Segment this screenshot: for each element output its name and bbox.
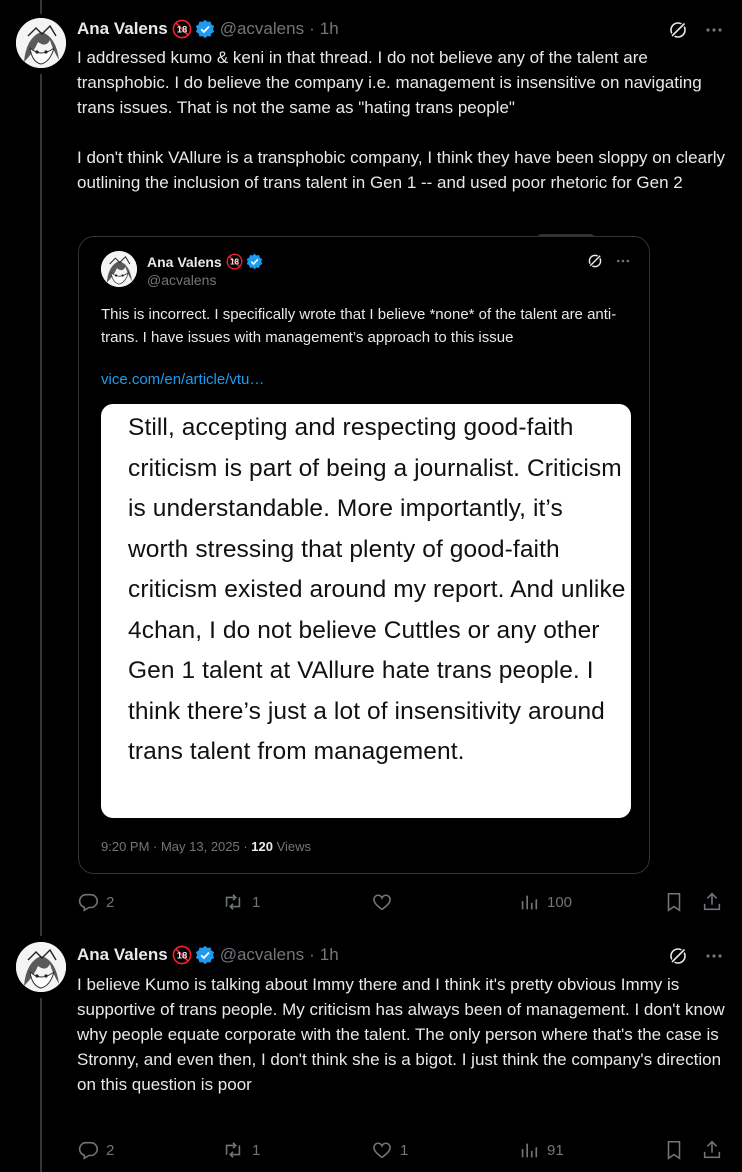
quoted-link[interactable]: vice.com/en/article/vtu…	[101, 371, 264, 388]
heart-icon	[371, 1139, 393, 1161]
views-count: 91	[547, 1141, 564, 1159]
age-18-badge-icon: 18	[172, 945, 192, 965]
heart-icon	[371, 891, 393, 913]
post-time[interactable]: 1h	[320, 19, 339, 39]
grok-icon[interactable]	[668, 946, 688, 966]
repost-button[interactable]: 1	[221, 887, 260, 917]
quoted-avatar[interactable]	[101, 251, 137, 287]
tweet-paragraph: I don't think VAllure is a transphobic c…	[77, 148, 730, 192]
more-options-icon[interactable]	[615, 253, 631, 274]
quoted-views-label: Views	[273, 839, 312, 854]
reply-icon	[77, 1139, 99, 1161]
like-button[interactable]: 1	[371, 1135, 408, 1165]
svg-text:18: 18	[230, 258, 239, 267]
grok-icon[interactable]	[587, 253, 603, 274]
bookmark-icon	[663, 891, 685, 913]
quoted-author-row: Ana Valens 18	[147, 253, 263, 270]
reply-button[interactable]: 2	[77, 887, 114, 917]
repost-icon	[221, 1139, 245, 1161]
reply-count: 2	[106, 893, 115, 911]
verified-badge-icon[interactable]	[195, 19, 215, 39]
age-18-badge-icon: 18	[226, 253, 243, 270]
repost-count: 1	[252, 893, 261, 911]
quoted-author-name[interactable]: Ana Valens	[147, 254, 222, 270]
tweet-text: I believe Kumo is talking about Immy the…	[77, 972, 727, 1097]
quoted-top-icons	[587, 253, 631, 274]
author-handle[interactable]: @acvalens	[220, 945, 304, 965]
tweet-header: Ana Valens 18 @acvalens · 1h	[77, 19, 339, 39]
views-chart-icon	[518, 1139, 540, 1161]
author-handle[interactable]: @acvalens	[220, 19, 304, 39]
verified-badge-icon[interactable]	[246, 253, 263, 270]
bookmark-icon	[663, 1139, 685, 1161]
tweet-text: I addressed kumo & keni in that thread. …	[77, 45, 727, 195]
author-name[interactable]: Ana Valens	[77, 19, 168, 39]
tweet-top-icons	[668, 946, 724, 966]
quoted-image-text: Still, accepting and respecting good-fai…	[128, 414, 626, 765]
tweet-2[interactable]: Ana Valens 18 @acvalens · 1h I believe K…	[0, 936, 742, 1172]
share-button[interactable]	[701, 887, 723, 917]
bookmark-button[interactable]	[663, 887, 685, 917]
tweet-actions: 2 1 1 91	[77, 1135, 727, 1165]
tweet-1[interactable]: Ana Valens 18 @acvalens · 1h I addressed…	[0, 0, 742, 936]
reply-icon	[77, 891, 99, 913]
quoted-views-count: 120	[251, 839, 273, 854]
quoted-timestamp[interactable]: 9:20 PM · May 13, 2025 ·	[101, 839, 251, 854]
like-button[interactable]	[371, 887, 400, 917]
age-18-badge-icon: 18	[172, 19, 192, 39]
tweet-top-icons	[668, 20, 724, 40]
share-icon	[701, 1139, 723, 1161]
svg-text:18: 18	[176, 951, 187, 962]
author-name[interactable]: Ana Valens	[77, 945, 168, 965]
quoted-meta: 9:20 PM · May 13, 2025 · 120 Views	[101, 839, 311, 854]
quoted-image-card[interactable]: Still, accepting and respecting good-fai…	[101, 404, 631, 818]
post-time[interactable]: 1h	[320, 945, 339, 965]
quoted-tweet-text: This is incorrect. I specifically wrote …	[101, 306, 617, 346]
views-button[interactable]: 100	[518, 887, 572, 917]
views-count: 100	[547, 893, 573, 911]
verified-badge-icon[interactable]	[195, 945, 215, 965]
repost-button[interactable]: 1	[221, 1135, 260, 1165]
avatar[interactable]	[16, 18, 66, 68]
reply-button[interactable]: 2	[77, 1135, 114, 1165]
repost-count: 1	[252, 1141, 261, 1159]
views-button[interactable]: 91	[518, 1135, 564, 1165]
views-chart-icon	[518, 891, 540, 913]
more-options-icon[interactable]	[704, 20, 724, 40]
repost-icon	[221, 891, 245, 913]
avatar[interactable]	[16, 942, 66, 992]
share-icon	[701, 891, 723, 913]
tweet-header: Ana Valens 18 @acvalens · 1h	[77, 945, 339, 965]
tweet-paragraph: I addressed kumo & keni in that thread. …	[77, 48, 707, 117]
svg-text:18: 18	[176, 25, 187, 36]
grok-icon[interactable]	[668, 20, 688, 40]
share-button[interactable]	[701, 1135, 723, 1165]
separator-dot: ·	[309, 19, 315, 38]
quoted-tweet[interactable]: Ana Valens 18 @acvalens This is incorrec…	[78, 236, 650, 874]
quoted-author-handle[interactable]: @acvalens	[147, 272, 216, 288]
bookmark-button[interactable]	[663, 1135, 685, 1165]
separator-dot: ·	[309, 945, 315, 964]
tweet-paragraph: I believe Kumo is talking about Immy the…	[77, 975, 730, 1094]
tweet-actions: 2 1 100	[77, 887, 727, 917]
reply-count: 2	[106, 1141, 115, 1159]
like-count: 1	[400, 1141, 409, 1159]
more-options-icon[interactable]	[704, 946, 724, 966]
